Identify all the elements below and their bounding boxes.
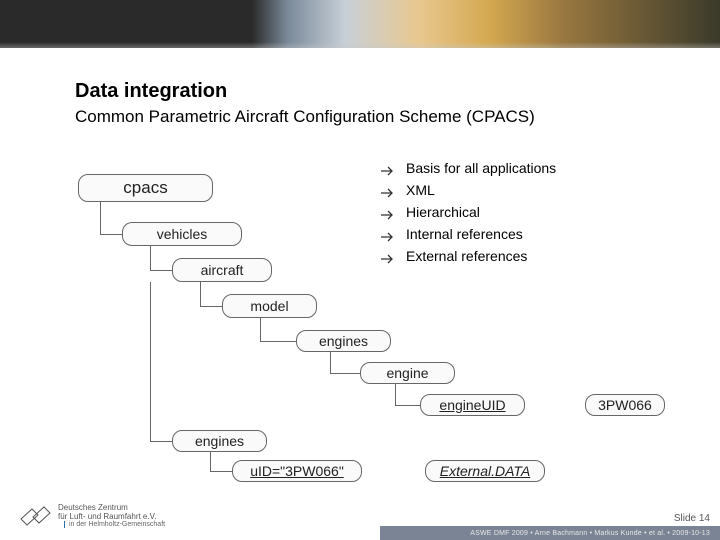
bullet-item: XML [380, 182, 556, 198]
header-banner [0, 0, 720, 48]
node-model: model [222, 294, 317, 318]
connector [260, 341, 296, 342]
bullet-list: Basis for all applications XML Hierarchi… [380, 160, 556, 270]
node-aircraft: aircraft [172, 258, 272, 282]
bullet-item: Hierarchical [380, 204, 556, 220]
node-engine: engine [360, 362, 455, 384]
title-block: Data integration Common Parametric Aircr… [75, 80, 535, 127]
slide-number: Slide 14 [380, 513, 720, 524]
node-external-data: External.DATA [425, 460, 545, 482]
connector [150, 246, 151, 270]
bullet-item: External references [380, 248, 556, 264]
arrow-icon [380, 251, 396, 261]
connector [200, 306, 222, 307]
bullet-text: Basis for all applications [406, 160, 556, 176]
connector [200, 282, 201, 306]
bullet-text: XML [406, 182, 435, 198]
connector [100, 202, 101, 203]
dlr-logo-icon [18, 505, 52, 527]
dlr-logo: Deutsches Zentrum für Luft- und Raumfahr… [18, 504, 165, 529]
dlr-logo-text: Deutsches Zentrum für Luft- und Raumfahr… [58, 504, 165, 529]
arrow-icon [380, 163, 396, 173]
bullet-item: Basis for all applications [380, 160, 556, 176]
connector [260, 318, 261, 341]
arrow-icon [380, 229, 396, 239]
bullet-text: Internal references [406, 226, 523, 242]
bullet-text: External references [406, 248, 527, 264]
connector [330, 352, 331, 373]
node-engine-uid: engineUID [420, 394, 525, 416]
connector [100, 234, 122, 235]
connector [150, 441, 172, 442]
node-uid: uID="3PW066" [232, 460, 362, 482]
node-engines-2: engines [172, 430, 267, 452]
connector [395, 405, 420, 406]
org-line2: für Luft- und Raumfahrt e.V. [58, 513, 165, 522]
arrow-icon [380, 185, 396, 195]
bullet-item: Internal references [380, 226, 556, 242]
connector [150, 270, 172, 271]
helmholtz-text: in der Helmholtz-Gemeinschaft [64, 521, 165, 528]
connector [210, 452, 211, 471]
arrow-icon [380, 207, 396, 217]
node-engines-1: engines [296, 330, 391, 352]
connector [100, 202, 101, 234]
page-title: Data integration [75, 80, 535, 103]
header-image [0, 0, 720, 48]
connector [210, 471, 232, 472]
connector [395, 384, 396, 405]
bullet-text: Hierarchical [406, 204, 480, 220]
connector [150, 282, 151, 441]
node-cpacs: cpacs [78, 174, 213, 202]
page-subtitle: Common Parametric Aircraft Configuration… [75, 107, 535, 127]
footer-bar: ASWE DMF 2009 • Arne Bachmann • Markus K… [380, 526, 720, 540]
node-3pw066: 3PW066 [585, 394, 665, 416]
connector [330, 373, 360, 374]
footer-right: Slide 14 ASWE DMF 2009 • Arne Bachmann •… [380, 513, 720, 540]
node-vehicles: vehicles [122, 222, 242, 246]
